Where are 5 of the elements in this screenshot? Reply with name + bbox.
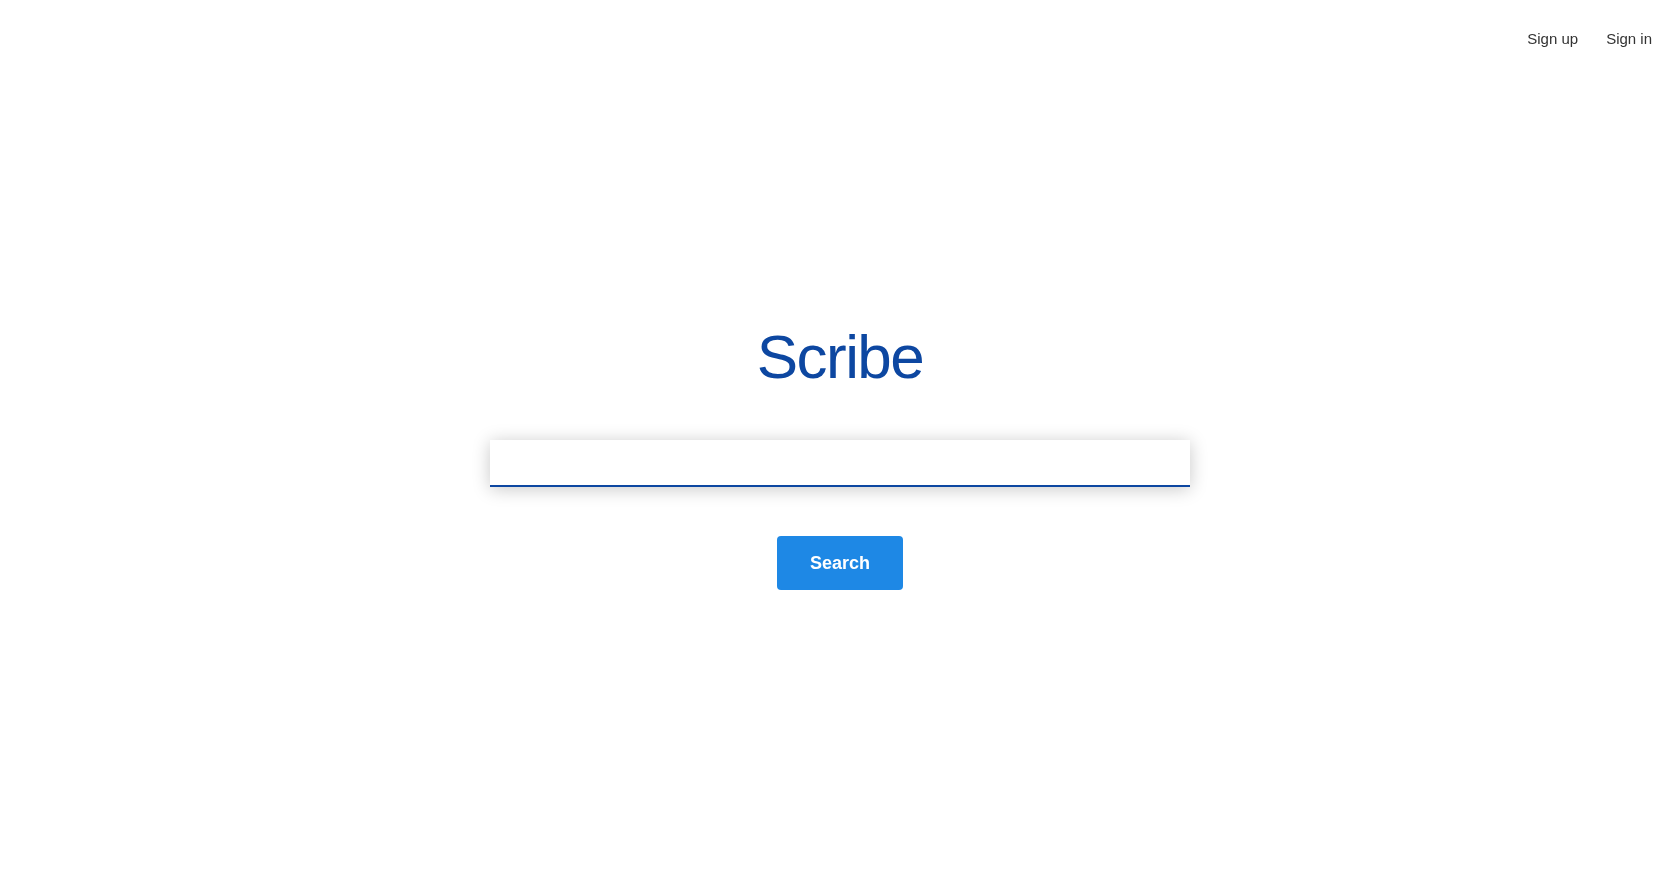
nav-link[interactable]: Sign in <box>1606 27 1652 51</box>
logo: Scribe <box>756 326 924 388</box>
nav-link[interactable]: Sign up <box>1527 27 1579 51</box>
search-field[interactable] <box>490 440 1190 487</box>
search-button[interactable]: Search <box>777 536 903 590</box>
